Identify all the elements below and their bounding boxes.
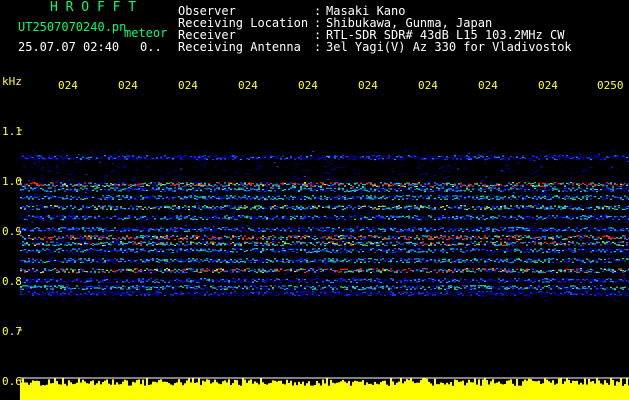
field-sep: : — [314, 40, 322, 54]
x-tick-label: 024 — [358, 79, 378, 92]
x-tick-label: 024 — [298, 79, 318, 92]
x-tick-label: 024 — [478, 79, 498, 92]
x-tick-label: 024 — [58, 79, 78, 92]
spectrogram-noise — [20, 150, 629, 301]
image-filename: UT2507070240.pn — [18, 20, 127, 34]
spectrogram-plot — [18, 129, 629, 400]
brand-title: H R O F F T — [50, 0, 137, 15]
x-tick-label: 024 — [238, 79, 258, 92]
x-tick-label: 024 — [118, 79, 138, 92]
x-tick-label: 024 — [418, 79, 438, 92]
timestamp: 25.07.07 02:40 — [18, 40, 120, 54]
y-axis-unit: kHz — [2, 75, 22, 88]
meteor-count: 0.. — [140, 40, 162, 54]
x-tick-label: 024 — [178, 79, 198, 92]
meteor-label: meteor — [124, 26, 168, 40]
antenna-value: 3el Yagi(V) Az 330 for Vladivostok — [326, 40, 572, 54]
field-label-antenna: Receiving Antenna — [178, 40, 301, 54]
x-tick-label: 024 — [538, 79, 558, 92]
signal-floor-band — [20, 378, 629, 400]
x-tick-label: 0250 — [597, 79, 624, 92]
